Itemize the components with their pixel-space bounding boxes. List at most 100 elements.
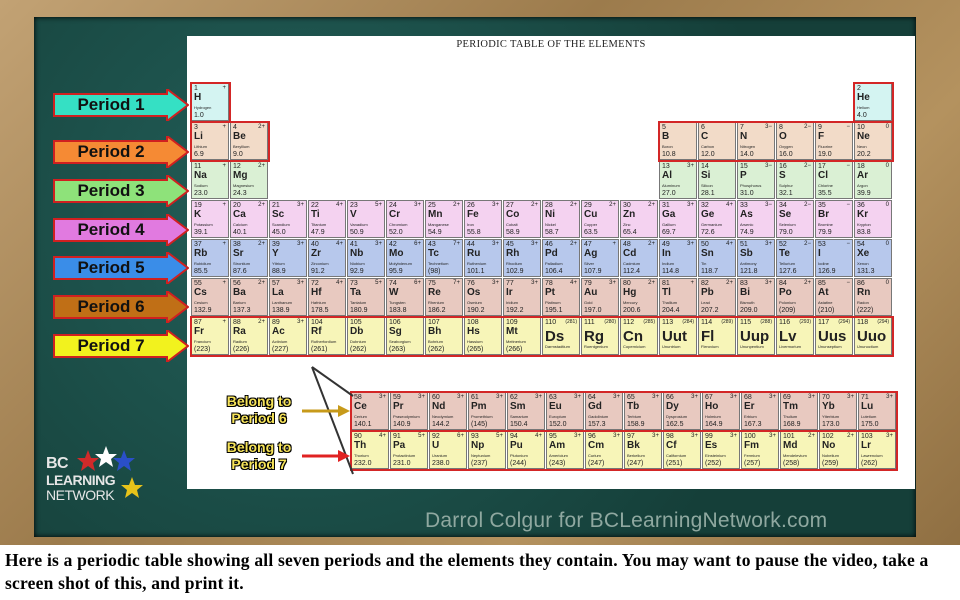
element-oxidation: 3+ [769, 433, 776, 439]
element-symbol: Tc [428, 248, 439, 259]
element-mass: (252) [705, 460, 722, 467]
element-cell-ru: 44 3+ Ru Ruthenium 101.1 [464, 239, 502, 277]
element-symbol: Uup [740, 328, 770, 345]
element-cell-ag: 47 + Ag Silver 107.9 [581, 239, 619, 277]
element-cell-md: 101 2+ Md Mendelevium (258) [780, 431, 818, 469]
element-number: 75 [428, 280, 436, 287]
element-cell-re: 75 7+ Re Rhenium 186.2 [425, 278, 463, 316]
element-oxidation: 2+ [804, 280, 811, 286]
element-oxidation: 3+ [375, 241, 382, 247]
element-number: 57 [272, 280, 280, 287]
element-number: 26 [467, 202, 475, 209]
element-name: Technetium [428, 261, 449, 266]
element-symbol: C [701, 131, 709, 142]
element-symbol: Cu [584, 209, 598, 220]
element-number: 87 [194, 319, 202, 326]
element-number: 29 [584, 202, 592, 209]
element-mass: 9.0 [233, 151, 243, 158]
element-cell-np: 93 5+ Np Neptunium (237) [468, 431, 506, 469]
element-oxidation: 4+ [336, 280, 343, 286]
element-cell-bh: 107 Bh Bohrium (262) [425, 317, 463, 355]
element-mass: 95.9 [389, 268, 403, 275]
element-name: Rubidium [194, 261, 211, 266]
element-symbol: Ta [350, 287, 361, 298]
element-name: Rhodium [506, 261, 523, 266]
element-symbol: I [818, 248, 821, 259]
element-symbol: Ge [701, 209, 715, 220]
element-name: Darmstadtium [545, 344, 570, 349]
element-name: Iridium [506, 300, 519, 305]
element-number: 49 [662, 241, 670, 248]
element-cell-rn: 86 0 Rn Radon (222) [854, 278, 892, 316]
element-symbol: Xe [857, 248, 870, 259]
element-name: Protactinium [393, 453, 416, 458]
element-name: Xenon [857, 261, 869, 266]
element-name: Americium [549, 453, 568, 458]
element-mass: 85.5 [194, 268, 208, 275]
element-number: 77 [506, 280, 514, 287]
element-cell-tm: 69 3+ Tm Thulium 168.9 [780, 392, 818, 430]
element-cell-uuo: 118 (294) Uuo Ununoctium [854, 317, 892, 355]
element-symbol: Au [584, 287, 598, 298]
element-name: Krypton [857, 222, 871, 227]
element-number: 30 [623, 202, 631, 209]
element-name: Gadolinium [588, 414, 609, 419]
element-mass: 164.9 [705, 421, 723, 428]
period-3-label: Period 3 [77, 181, 145, 200]
element-cell-os: 76 3+ Os Osmium 190.2 [464, 278, 502, 316]
element-name: Silver [584, 261, 595, 266]
element-number: 93 [471, 433, 479, 440]
element-symbol: Fl [701, 328, 715, 345]
element-oxidation: 3+ [687, 202, 694, 208]
element-oxidation: + [222, 241, 226, 247]
element-cell-h: 1 + H Hydrogen 1.0 [191, 83, 229, 121]
element-symbol: Ar [857, 170, 869, 181]
period-1-arrow: Period 1 [53, 89, 189, 121]
element-number: 33 [740, 202, 748, 209]
arrow-to-lanthanides [302, 405, 350, 417]
element-symbol: Fm [744, 440, 759, 451]
element-name: Sodium [194, 183, 208, 188]
element-cell-ca: 20 2+ Ca Calcium 40.1 [230, 200, 268, 238]
element-cell-zn: 30 2+ Zn Zinc 65.4 [620, 200, 658, 238]
element-cell-se: 34 2− Se Selenium 79.0 [776, 200, 814, 238]
element-name: Berkelium [627, 453, 645, 458]
element-number: 96 [588, 433, 596, 440]
element-oxidation: 3+ [769, 394, 776, 400]
element-name: Platinum [545, 300, 561, 305]
element-name: Lead [701, 300, 710, 305]
element-cell-v: 23 5+ V Vanadium 50.9 [347, 200, 385, 238]
element-oxidation: 3+ [691, 394, 698, 400]
table-title: PERIODIC TABLE OF THE ELEMENTS [456, 39, 646, 50]
element-name: Copper [584, 222, 598, 227]
element-oxidation: 3+ [687, 241, 694, 247]
element-mass: 16.0 [779, 151, 793, 158]
element-number: 21 [272, 202, 280, 209]
element-oxidation: 3− [765, 163, 772, 169]
element-cell-gd: 64 3+ Gd Gadolinium 157.3 [585, 392, 623, 430]
element-symbol: Sm [510, 401, 526, 412]
element-oxidation: (281) [565, 319, 577, 325]
element-oxidation: 5+ [375, 202, 382, 208]
element-cell-ti: 22 4+ Ti Titanium 47.9 [308, 200, 346, 238]
element-symbol: In [662, 248, 671, 259]
element-name: Cesium [194, 300, 208, 305]
element-symbol: Eu [549, 401, 562, 412]
element-name: Iodine [818, 261, 829, 266]
element-name: Samarium [510, 414, 529, 419]
element-symbol: Y [272, 248, 279, 259]
element-number: 37 [194, 241, 202, 248]
element-symbol: Sc [272, 209, 285, 220]
element-number: 79 [584, 280, 592, 287]
gold-star-icon [121, 477, 143, 498]
logo-text-learning: LEARNING [46, 472, 116, 488]
element-name: Zinc [623, 222, 631, 227]
element-name: Fluorine [818, 144, 833, 149]
element-oxidation: + [690, 280, 694, 286]
element-symbol: Lv [779, 328, 797, 345]
element-oxidation: 2+ [258, 319, 265, 325]
element-symbol: Kr [857, 209, 869, 220]
element-symbol: Al [662, 170, 672, 181]
element-name: Mendelevium [783, 453, 807, 458]
element-symbol: Br [818, 209, 830, 220]
